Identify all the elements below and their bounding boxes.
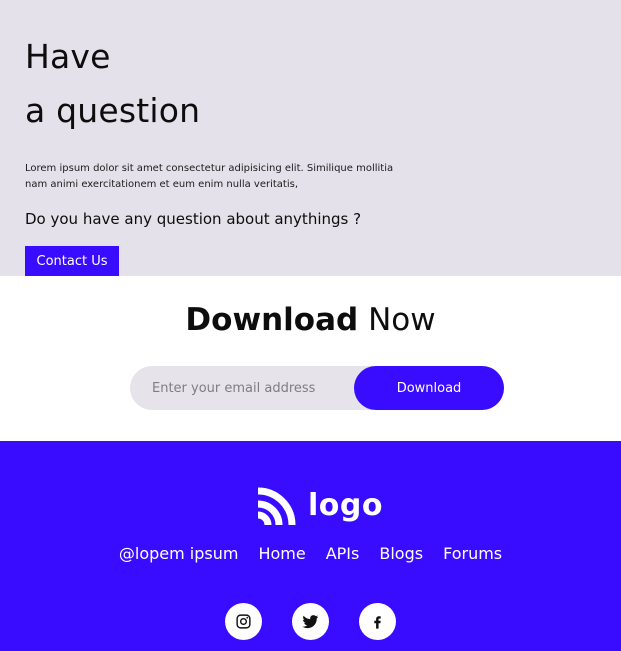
facebook-icon	[374, 616, 381, 629]
contact-us-button[interactable]: Contact Us	[25, 246, 119, 276]
instagram-button[interactable]	[225, 603, 262, 640]
footer-link-forums[interactable]: Forums	[443, 542, 502, 566]
hero-title-line-2: a question	[25, 91, 201, 130]
footer-link-home[interactable]: Home	[258, 542, 305, 566]
download-title-light: Now	[368, 302, 436, 338]
social-links	[0, 603, 621, 640]
footer-link-apis[interactable]: APIs	[326, 542, 360, 566]
footer-nav: @lopem ipsum Home APIs Blogs Forums	[0, 542, 621, 566]
download-title: Download Now	[0, 298, 621, 342]
logo-mark-icon	[257, 487, 296, 526]
logo-text: logo	[308, 488, 383, 523]
hero-question: Do you have any question about anythings…	[25, 210, 362, 228]
footer-link-blogs[interactable]: Blogs	[379, 542, 423, 566]
hero-description: Lorem ipsum dolor sit amet consectetur a…	[25, 163, 394, 190]
twitter-button[interactable]	[292, 603, 329, 640]
footer-link-handle[interactable]: @lopem ipsum	[119, 542, 239, 566]
instagram-icon	[236, 614, 251, 629]
facebook-button[interactable]	[359, 603, 396, 640]
hero-title: Have a question	[25, 30, 200, 138]
email-input[interactable]	[130, 366, 360, 410]
footer-logo[interactable]: logo	[256, 485, 383, 527]
hero-title-line-1: Have	[25, 37, 111, 76]
hero-section: Have a question Lorem ipsum dolor sit am…	[0, 0, 621, 276]
footer: logo @lopem ipsum Home APIs Blogs Forums	[0, 441, 621, 651]
download-button[interactable]: Download	[354, 366, 504, 410]
email-signup-form: Download	[130, 366, 504, 410]
twitter-icon	[302, 615, 319, 629]
download-title-bold: Download	[185, 302, 359, 338]
